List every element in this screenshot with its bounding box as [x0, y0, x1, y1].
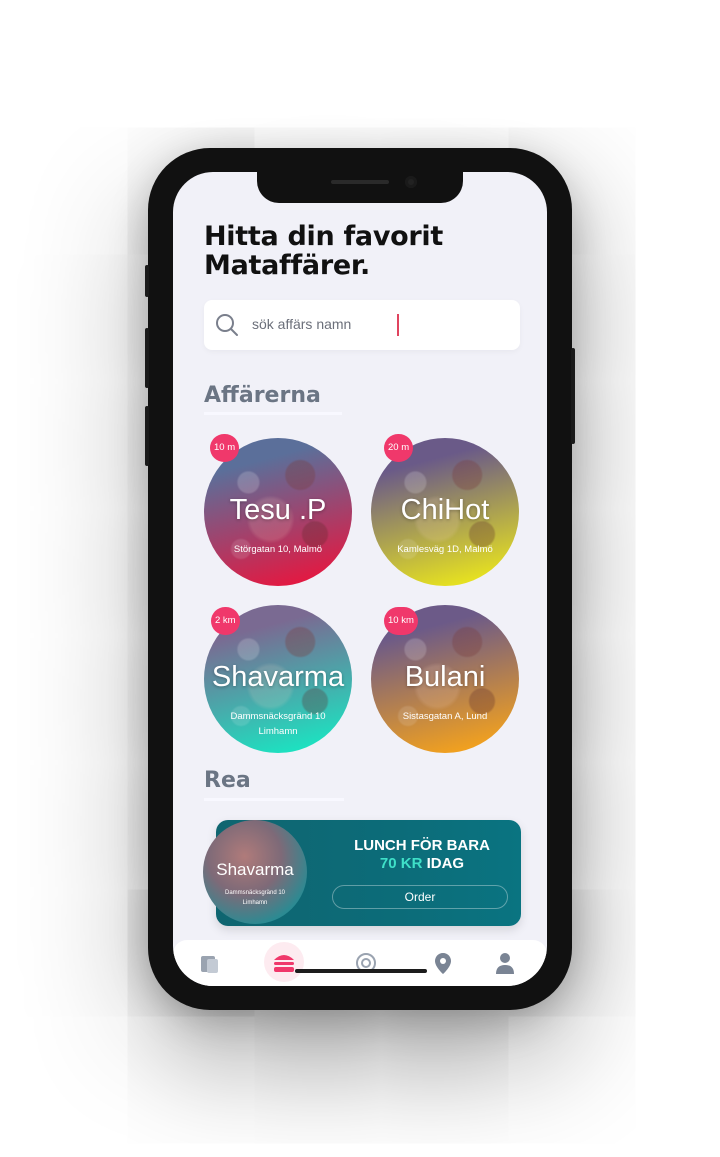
tab-stores[interactable] [264, 942, 304, 982]
promo-suffix: IDAG [426, 855, 465, 872]
bottom-tab-bar [173, 940, 547, 986]
section-title-stores: Affärerna [204, 383, 321, 408]
promo-price: 70 KR [379, 855, 423, 872]
search-icon [216, 314, 238, 336]
tab-map[interactable] [428, 948, 458, 978]
distance-badge: 2 km [211, 607, 240, 635]
promo-store-image: Shavarma Dammsnäcksgränd 10 Limhamn [203, 820, 307, 924]
page-title: Hitta din favorit Mataffärer. [204, 222, 504, 280]
volume-up-button [145, 328, 149, 388]
store-name: Bulani [404, 661, 486, 693]
promo-price-line: 70 KR IDAG [342, 855, 502, 872]
section-underline [204, 798, 344, 801]
front-camera [405, 176, 417, 188]
speaker [331, 180, 389, 184]
tab-profile[interactable] [490, 948, 520, 978]
store-name: Tesu .P [229, 494, 327, 526]
title-line-1: Hitta din favorit [204, 221, 443, 252]
app-screen: Hitta din favorit Mataffärer. sök affärs… [173, 172, 547, 986]
store-address: Störgatan 10, Malmö [233, 544, 323, 555]
receipt-icon [201, 956, 218, 973]
promo-store-address: Dammsnäcksgränd 10 Limhamn [224, 890, 286, 906]
search-input[interactable]: sök affärs namn [252, 316, 351, 332]
search-bar[interactable]: sök affärs namn [204, 300, 520, 350]
distance-badge: 20 m [384, 434, 414, 462]
promo-store-name: Shavarma [216, 860, 294, 879]
section-underline [204, 412, 342, 415]
distance-badge: 10 m [210, 434, 240, 462]
store-address: Dammsnäcksgränd 10 Limhamn [230, 711, 326, 737]
store-name: ChiHot [400, 494, 490, 526]
user-icon [496, 953, 514, 974]
text-caret [397, 314, 399, 336]
power-button [571, 348, 575, 444]
target-icon [356, 953, 376, 973]
location-pin-icon [435, 953, 451, 974]
section-title-sale: Rea [204, 768, 251, 793]
burger-icon [274, 955, 294, 972]
tab-orders[interactable] [195, 948, 225, 978]
promo-headline: LUNCH FÖR BARA [354, 837, 490, 854]
store-address: Kamlesväg 1D, Malmö [397, 544, 493, 555]
store-name: Shavarma [211, 661, 345, 693]
tab-explore[interactable] [351, 948, 381, 978]
notch [257, 172, 463, 203]
store-address: Sistasgatan A, Lund [402, 711, 488, 722]
distance-badge: 10 km [384, 607, 418, 635]
volume-down-button [145, 406, 149, 466]
home-indicator [295, 969, 427, 973]
order-button[interactable]: Order [332, 885, 508, 909]
title-line-2: Mataffärer. [204, 250, 370, 281]
mute-switch [145, 265, 149, 297]
